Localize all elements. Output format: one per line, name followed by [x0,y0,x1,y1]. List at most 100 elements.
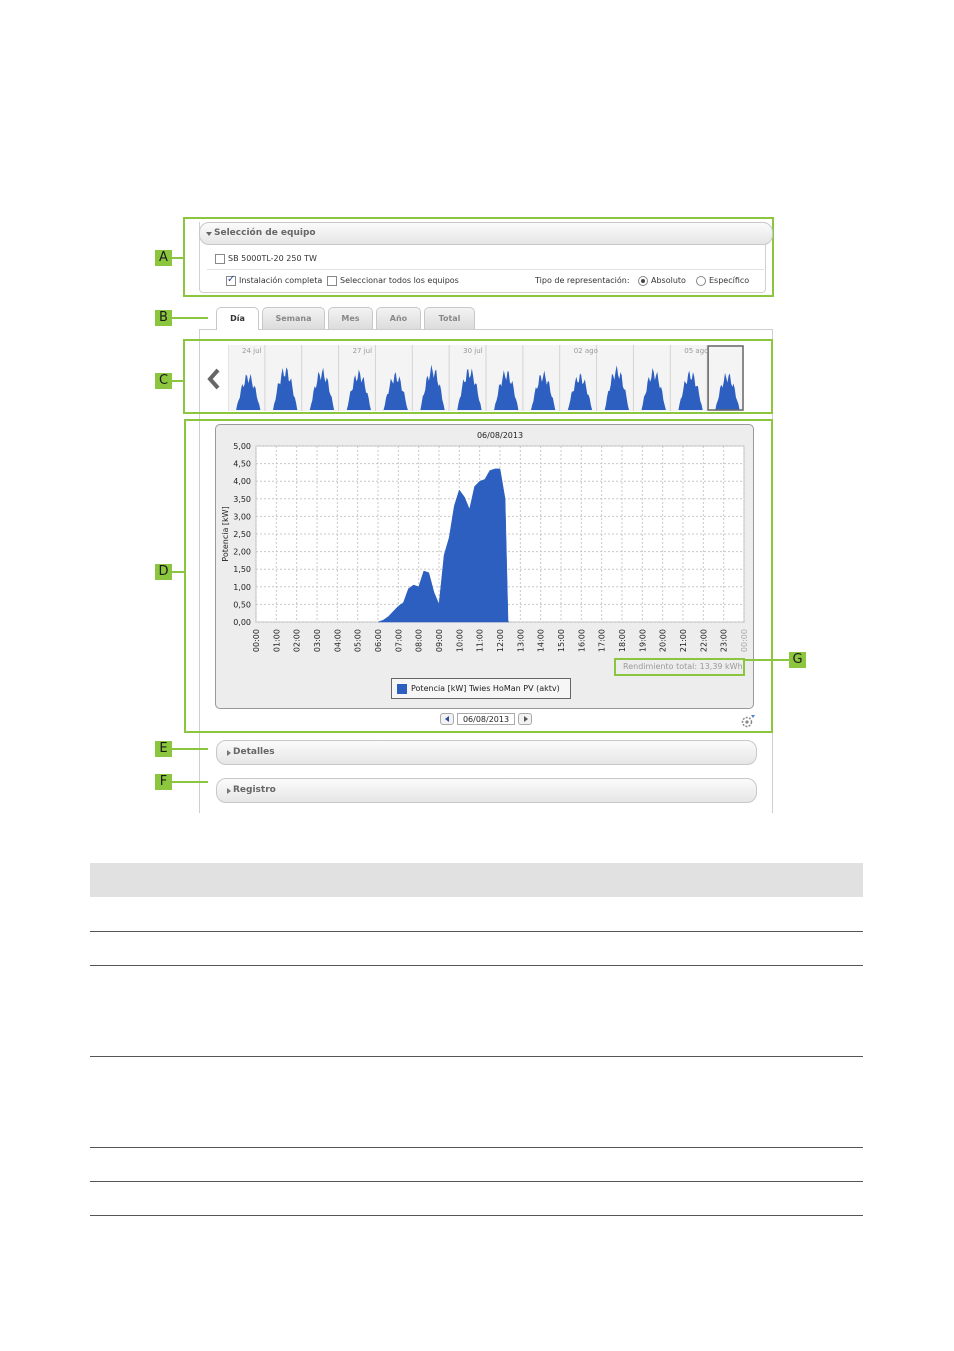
thumbnails-prev-button[interactable] [204,366,224,392]
chevron-left-icon [207,368,220,390]
thumbnail-date-label: 27 jul [353,347,373,355]
thumbnail-date-label: 05 ago [684,347,708,355]
callout-label-a: A [155,250,172,266]
x-tick-label: 12:00 [496,629,505,652]
y-tick-label: 0,50 [233,600,251,609]
total-yield-text: Rendimiento total: 13,39 kWh [623,662,743,671]
specific-radio[interactable] [696,276,706,286]
device-divider [207,269,764,270]
y-tick-label: 4,50 [233,460,251,469]
callout-line-f [172,781,208,783]
arrow-left-icon [445,716,449,722]
x-tick-label: 09:00 [435,629,444,652]
tab-total[interactable]: Total [424,307,475,329]
x-tick-label: 20:00 [659,629,668,652]
device-selection-header[interactable]: Selección de equipo [199,222,773,245]
log-title: Registro [233,785,276,795]
chart-title: 06/08/2013 [477,431,523,440]
settings-icon [741,715,755,728]
legend-label: Potencia [kW] Twies HoMan PV (aktv) [411,684,560,693]
specific-label: Específico [709,276,750,285]
y-tick-label: 1,50 [233,565,251,574]
x-tick-label: 07:00 [394,629,403,652]
callout-label-b: B [155,310,172,326]
x-tick-label: 05:00 [354,629,363,652]
x-tick-label: 13:00 [516,629,525,652]
y-tick-label: 4,00 [233,477,251,486]
callout-label-g: G [789,652,806,668]
x-tick-label: 17:00 [598,629,607,652]
table-header-row [90,863,863,897]
expand-arrow-icon [227,750,231,756]
date-input[interactable]: 06/08/2013 [457,713,515,725]
y-tick-label: 3,50 [233,495,251,504]
full-install-label: Instalación completa [239,276,323,285]
date-prev-button[interactable] [440,713,454,725]
x-tick-label: 06:00 [374,629,383,652]
details-section-header[interactable]: Detalles [216,740,757,765]
log-section-header[interactable]: Registro [216,778,757,803]
tab-year[interactable]: Año [376,307,421,329]
arrow-right-icon [524,716,528,722]
y-tick-label: 2,50 [233,530,251,539]
full-install-checkbox[interactable] [226,274,236,286]
y-tick-label: 5,00 [233,442,251,451]
table-row-divider [90,1147,863,1148]
tab-month[interactable]: Mes [328,307,373,329]
table-row-divider [90,1181,863,1182]
callout-label-d: D [155,564,172,580]
x-tick-label: 00:00 [740,629,749,652]
table-row-divider [90,965,863,966]
y-tick-label: 0,00 [233,618,251,627]
y-tick-label: 2,00 [233,548,251,557]
expand-arrow-icon [227,788,231,794]
callout-label-c: C [155,373,172,389]
callout-label-f: F [155,774,172,790]
table-row-divider [90,931,863,932]
date-next-button[interactable] [518,713,532,725]
x-tick-label: 14:00 [537,629,546,652]
x-tick-label: 15:00 [557,629,566,652]
callout-label-e: E [155,741,172,757]
absolute-radio[interactable] [638,276,648,286]
device-selection-title: Selección de equipo [214,228,316,238]
chart-settings-button[interactable] [740,713,756,728]
x-tick-label: 01:00 [272,629,281,652]
thumbnail-date-label: 02 ago [574,347,598,355]
tab-week[interactable]: Semana [262,307,325,329]
select-all-label: Seleccionar todos los equipos [340,276,459,285]
x-tick-label: 08:00 [415,629,424,652]
absolute-label: Absoluto [651,276,686,285]
x-tick-label: 02:00 [293,629,302,652]
x-tick-label: 04:00 [333,629,342,652]
y-tick-label: 1,00 [233,583,251,592]
table-row-divider [90,1215,863,1216]
callout-line-b [172,317,208,319]
chart-legend[interactable]: Potencia [kW] Twies HoMan PV (aktv) [391,678,571,699]
x-tick-label: 23:00 [720,629,729,652]
thumbnails-strip: 24 jul 27 jul 30 jul 02 ago 05 ago [228,345,744,411]
x-tick-label: 00:00 [252,629,261,652]
tab-day[interactable]: Día [216,307,259,330]
callout-line-c [172,380,184,382]
details-title: Detalles [233,747,275,757]
callout-line-g [744,659,789,661]
y-tick-label: 3,00 [233,512,251,521]
x-tick-label: 21:00 [679,629,688,652]
collapse-arrow-icon [206,232,212,236]
x-tick-label: 10:00 [455,629,464,652]
table-row-divider [90,1056,863,1057]
x-tick-label: 11:00 [476,629,485,652]
x-tick-label: 03:00 [313,629,322,652]
x-tick-label: 22:00 [699,629,708,652]
legend-swatch [397,684,407,694]
callout-line-a [172,257,184,259]
x-tick-label: 19:00 [638,629,647,652]
y-axis-label: Potencia [kW] [221,506,230,561]
thumbnail-date-label: 24 jul [242,347,262,355]
device-checkbox[interactable] [215,254,225,264]
x-tick-label: 18:00 [618,629,627,652]
select-all-checkbox[interactable] [327,276,337,286]
callout-line-d [172,571,185,573]
thumbnail-date-label: 30 jul [463,347,483,355]
